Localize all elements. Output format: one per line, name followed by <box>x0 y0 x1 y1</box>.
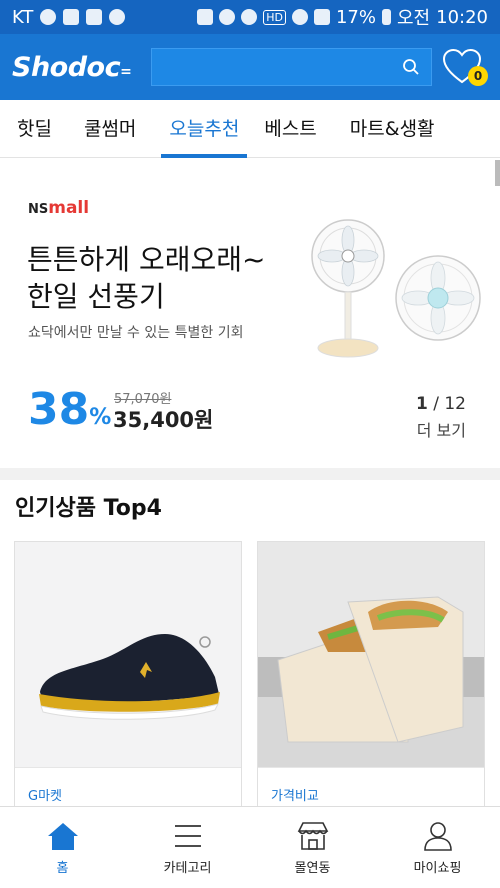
brand-ns: NS <box>28 202 49 217</box>
logo-mark: = <box>120 63 132 80</box>
carrier-label: KT <box>12 6 34 28</box>
search-icon[interactable] <box>391 48 431 86</box>
logo-text: Shodoc <box>12 51 121 83</box>
promo-banner[interactable]: NSmall 튼튼하게 오래오래~ 한일 선풍기 쇼닥에서만 만날 수 있는 특… <box>0 158 500 468</box>
search-input[interactable] <box>152 49 392 85</box>
battery-icon <box>382 9 391 25</box>
check-icon <box>86 9 103 25</box>
store-label: G마켓 <box>28 789 62 804</box>
fan-product-image <box>311 219 481 358</box>
store-icon <box>297 822 328 850</box>
store-label: 가격비교 <box>271 789 319 804</box>
bottom-navigation: 홈 카테고리 몰연동 마이쇼핑 <box>0 806 500 888</box>
menu-icon <box>174 825 201 847</box>
home-icon <box>47 823 78 850</box>
discount-rate: 38% <box>28 384 111 435</box>
product-image-sneaker[interactable] <box>15 542 241 768</box>
search-bar[interactable] <box>151 48 433 86</box>
discount-value: 38 <box>28 384 90 435</box>
tab-hotdeal[interactable]: 핫딜 <box>17 100 52 158</box>
alarm-icon <box>241 9 258 25</box>
clock: 10:20 <box>436 6 488 28</box>
ampm-label: 오전 <box>397 8 431 29</box>
nav-myshopping[interactable]: 마이쇼핑 <box>375 807 500 888</box>
product-card[interactable]: G마켓 <box>14 541 242 811</box>
nav-mall-link[interactable]: 몰연동 <box>250 807 375 888</box>
discount-unit: % <box>89 405 112 430</box>
person-icon <box>423 822 452 851</box>
pager-current: 1 <box>415 394 428 414</box>
product-card[interactable]: 가격비교 <box>257 541 485 811</box>
wifi-icon <box>291 9 308 25</box>
tab-mart-living[interactable]: 마트&생활 <box>350 100 435 158</box>
nav-category[interactable]: 카테고리 <box>125 807 250 888</box>
storage-icon <box>197 9 214 25</box>
top4-title: 인기상품 Top4 <box>15 496 162 521</box>
hd-icon: HD <box>263 9 286 25</box>
bandage-icon <box>109 9 126 25</box>
nav-category-label: 카테고리 <box>163 861 212 876</box>
signal-icon <box>313 9 330 25</box>
nav-home[interactable]: 홈 <box>0 807 125 888</box>
wishlist-button[interactable]: 0 <box>442 44 488 90</box>
more-link[interactable]: 더 보기 <box>417 417 466 441</box>
nav-home-label: 홈 <box>56 861 69 876</box>
tab-today-recommend[interactable]: 오늘추천 <box>161 100 248 158</box>
tab-best[interactable]: 베스트 <box>264 100 316 158</box>
banner-pager: 1 / 12 <box>416 394 466 414</box>
pager-total: / 12 <box>433 394 466 414</box>
promo-title: 튼튼하게 오래오래~ 한일 선풍기 <box>27 243 266 313</box>
nav-mall-link-label: 몰연동 <box>294 861 331 876</box>
battery-percent: 17% <box>335 6 376 28</box>
status-bar: KT HD 17% 오전 10:20 <box>0 0 500 34</box>
brand-mall: mall <box>48 198 90 218</box>
tab-coolsummer[interactable]: 쿨썸머 <box>84 100 136 158</box>
product-image-toaster-bag[interactable] <box>258 542 484 768</box>
section-divider <box>0 468 500 480</box>
sale-price: 35,400원 <box>113 408 214 432</box>
brand-logo: NSmall <box>28 198 89 218</box>
promo-subtitle: 쇼닥에서만 만날 수 있는 특별한 기회 <box>28 325 244 341</box>
nav-myshopping-label: 마이쇼핑 <box>413 861 462 876</box>
mute-icon <box>219 9 236 25</box>
app-header: Shodoc= 0 <box>0 34 500 100</box>
scrollbar-thumb[interactable] <box>495 160 500 186</box>
wishlist-badge: 0 <box>468 66 488 86</box>
talk-icon <box>40 9 57 25</box>
message-icon <box>63 9 80 25</box>
app-logo[interactable]: Shodoc= <box>12 52 151 83</box>
category-tabs: 핫딜 쿨썸머 오늘추천 베스트 마트&생활 <box>0 100 500 158</box>
